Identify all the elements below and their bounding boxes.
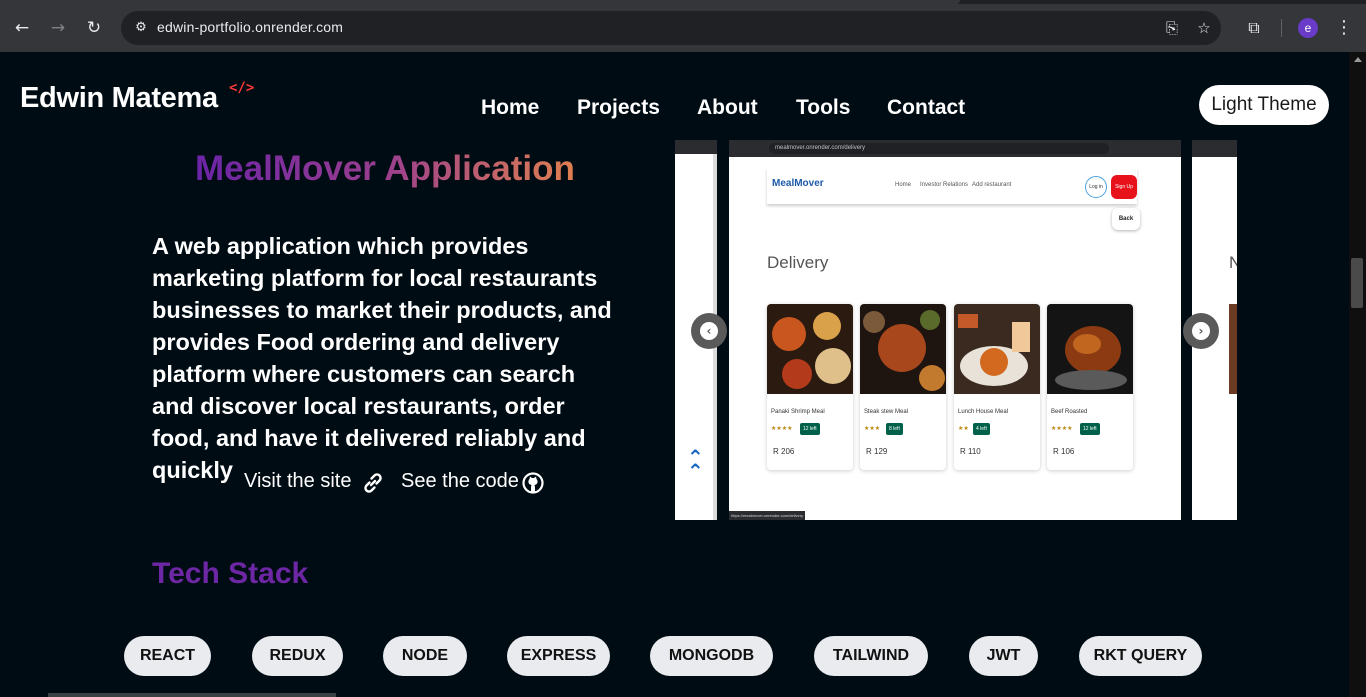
meal-rating: ★★★ <box>864 426 881 432</box>
mealmover-header: MealMover Home Investor Relations Add re… <box>767 168 1137 204</box>
carousel-prev-button[interactable]: ‹ <box>691 313 727 349</box>
carousel-next-button[interactable]: › <box>1183 313 1219 349</box>
chevron-left-icon: ‹ <box>700 322 718 340</box>
nav-about[interactable]: About <box>697 96 758 120</box>
scroll-up-arrow-icon[interactable] <box>1354 57 1362 62</box>
site-settings-icon[interactable]: ⚙ <box>131 18 151 38</box>
tech-pill-rkt-query: RKT QUERY <box>1079 636 1202 676</box>
next-slide-heading: N <box>1229 253 1237 272</box>
visit-site-link[interactable]: Visit the site <box>244 470 351 493</box>
back-arrow-icon[interactable]: ← <box>10 16 34 40</box>
tech-stack-title: Tech Stack <box>152 557 309 590</box>
meal-photo <box>1047 304 1133 394</box>
tech-pill-mongodb: MONGODB <box>650 636 773 676</box>
meal-stock-badge: 12 left <box>800 423 820 435</box>
code-brackets-icon: </> <box>229 80 255 96</box>
more-menu-icon[interactable]: ⋮ <box>1334 16 1354 40</box>
meal-name: Panaki Shrimp Meal <box>771 409 825 415</box>
horizontal-scroll-indicator <box>48 693 336 697</box>
meal-name: Steak stew Meal <box>864 409 909 415</box>
meal-stock-badge: 4 left <box>973 423 990 435</box>
mealmover-delivery-heading: Delivery <box>767 253 829 272</box>
mealmover-logo: MealMover <box>772 178 824 189</box>
screenshot-status-url: https://mealmover.onrender.com/delivery <box>729 511 805 520</box>
mealmover-nav-add-restaurant: Add restaurant <box>972 182 1012 188</box>
nav-projects[interactable]: Projects <box>577 96 660 120</box>
meal-rating: ★★★★ <box>1051 426 1073 432</box>
next-slide-photo <box>1229 304 1237 394</box>
tech-pill-redux: REDUX <box>252 636 343 676</box>
meal-price: R 106 <box>1053 447 1075 456</box>
meal-photo <box>954 304 1040 394</box>
site-logo[interactable]: Edwin Matema <box>20 82 218 115</box>
mealmover-back-button: Back <box>1112 208 1140 230</box>
meal-card: Beef Roasted ★★★★ 12 left R 106 <box>1047 304 1133 470</box>
nav-home[interactable]: Home <box>481 96 539 120</box>
mealmover-nav-home: Home <box>895 182 912 188</box>
meal-price: R 206 <box>773 447 795 456</box>
mealmover-login-button: Log in <box>1085 176 1107 198</box>
meal-card: Lunch House Meal ★★ 4 left R 110 <box>954 304 1040 470</box>
meal-rating: ★★★★ <box>771 426 793 432</box>
chevron-right-icon: › <box>1192 322 1210 340</box>
bookmark-star-icon[interactable]: ☆ <box>1194 18 1214 38</box>
meal-price: R 129 <box>866 447 888 456</box>
meal-card: Steak stew Meal ★★★ 8 left R 129 <box>860 304 946 470</box>
meal-photo <box>860 304 946 394</box>
reload-icon[interactable]: ↻ <box>82 16 106 40</box>
project-description: A web application which provides marketi… <box>152 233 612 483</box>
profile-avatar[interactable]: e <box>1298 18 1318 38</box>
meal-stock-badge: 12 left <box>1080 423 1100 435</box>
meal-price: R 110 <box>960 447 981 456</box>
active-tab-edge <box>0 0 960 4</box>
address-url[interactable]: edwin-portfolio.onrender.com <box>157 19 343 35</box>
link-chain-icon[interactable] <box>360 470 386 496</box>
meal-card: Panaki Shrimp Meal ★★★★ 12 left R 206 <box>767 304 853 470</box>
mealmover-signup-button: Sign Up <box>1111 175 1137 199</box>
browser-toolbar: ← → ↻ ⚙ edwin-portfolio.onrender.com ⎘ ☆… <box>0 0 1366 52</box>
address-bar[interactable]: ⚙ edwin-portfolio.onrender.com ⎘ ☆ <box>121 11 1221 45</box>
nav-contact[interactable]: Contact <box>887 96 965 120</box>
meal-name: Lunch House Meal <box>958 409 1009 415</box>
screenshot-browser-bar: mealmover.onrender.com/delivery <box>729 140 1181 157</box>
forward-arrow-icon[interactable]: → <box>46 16 70 40</box>
meal-photo <box>767 304 853 394</box>
meal-name: Beef Roasted <box>1051 409 1088 415</box>
project-screenshot-carousel[interactable]: ⌃ ⌃ mealmover.onrender.com/delivery MealM… <box>675 140 1237 520</box>
toolbar-divider <box>1281 19 1282 37</box>
project-title: MealMover Application <box>195 149 575 188</box>
tech-pill-express: EXPRESS <box>507 636 610 676</box>
screenshot-browser-bar <box>675 140 717 154</box>
scrollbar-thumb[interactable] <box>1351 258 1363 308</box>
meal-rating: ★★ <box>958 426 969 432</box>
tab-strip <box>0 0 1366 4</box>
portfolio-page: Edwin Matema </> Home Projects About Too… <box>0 52 1349 697</box>
see-code-link[interactable]: See the code <box>401 470 519 493</box>
tech-pill-jwt: JWT <box>969 636 1038 676</box>
github-icon[interactable] <box>521 470 547 496</box>
screenshot-browser-bar <box>1192 140 1237 157</box>
carousel-slide-current: mealmover.onrender.com/delivery MealMove… <box>729 140 1181 520</box>
theme-toggle-button[interactable]: Light Theme <box>1199 85 1329 125</box>
nav-tools[interactable]: Tools <box>796 96 850 120</box>
mealmover-nav-investors: Investor Relations <box>920 182 969 188</box>
install-app-icon[interactable]: ⎘ <box>1162 18 1182 38</box>
extensions-icon[interactable]: ⧉ <box>1243 17 1265 39</box>
page-scrollbar[interactable] <box>1349 52 1366 697</box>
meal-stock-badge: 8 left <box>886 423 903 435</box>
double-chevron-up-icon: ⌃ ⌃ <box>687 445 704 483</box>
tech-pill-tailwind: TAILWIND <box>814 636 928 676</box>
screenshot-url: mealmover.onrender.com/delivery <box>769 143 1109 154</box>
tech-pill-node: NODE <box>383 636 467 676</box>
tech-pill-react: REACT <box>124 636 211 676</box>
